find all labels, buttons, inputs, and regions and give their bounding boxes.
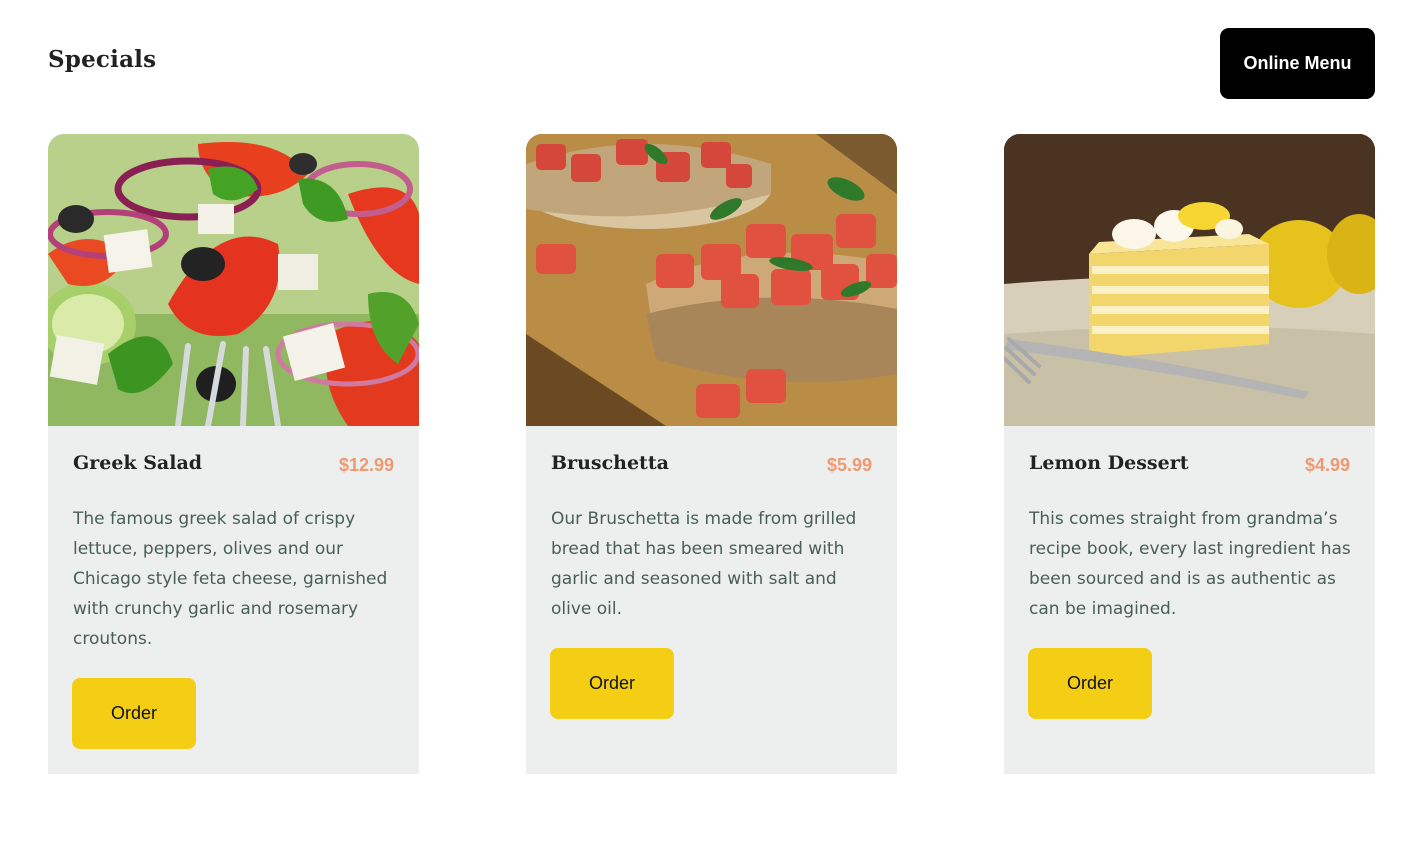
lemon-dessert-image: [1004, 134, 1375, 426]
card-price: $12.99: [338, 455, 394, 475]
order-button[interactable]: Order: [72, 678, 196, 749]
greek-salad-image: [48, 134, 419, 426]
card-title: Greek Salad: [73, 452, 203, 474]
special-card-bruschetta: Bruschetta $5.99 Our Bruschetta is made …: [526, 134, 897, 774]
specials-page: Specials Online Menu Greek Salad $12.99 …: [0, 0, 1403, 844]
card-description: Our Bruschetta is made from grilled brea…: [551, 509, 857, 619]
card-description: This comes straight from grandma’s recip…: [1029, 509, 1351, 619]
card-description: The famous greek salad of crispy lettuce…: [73, 509, 388, 649]
card-title: Bruschetta: [551, 452, 669, 474]
order-button[interactable]: Order: [550, 648, 674, 719]
online-menu-button[interactable]: Online Menu: [1220, 28, 1375, 99]
special-card-greek-salad: Greek Salad $12.99 The famous greek sala…: [48, 134, 419, 774]
bruschetta-image: [526, 134, 897, 426]
card-title: Lemon Dessert: [1029, 452, 1189, 474]
order-button[interactable]: Order: [1028, 648, 1152, 719]
special-card-lemon-dessert: Lemon Dessert $4.99 This comes straight …: [1004, 134, 1375, 774]
specials-card-list: Greek Salad $12.99 The famous greek sala…: [48, 134, 1375, 774]
section-title: Specials: [48, 46, 157, 73]
specials-header: Specials Online Menu: [48, 28, 1375, 99]
card-price: $4.99: [1304, 455, 1350, 475]
card-price: $5.99: [826, 455, 872, 475]
